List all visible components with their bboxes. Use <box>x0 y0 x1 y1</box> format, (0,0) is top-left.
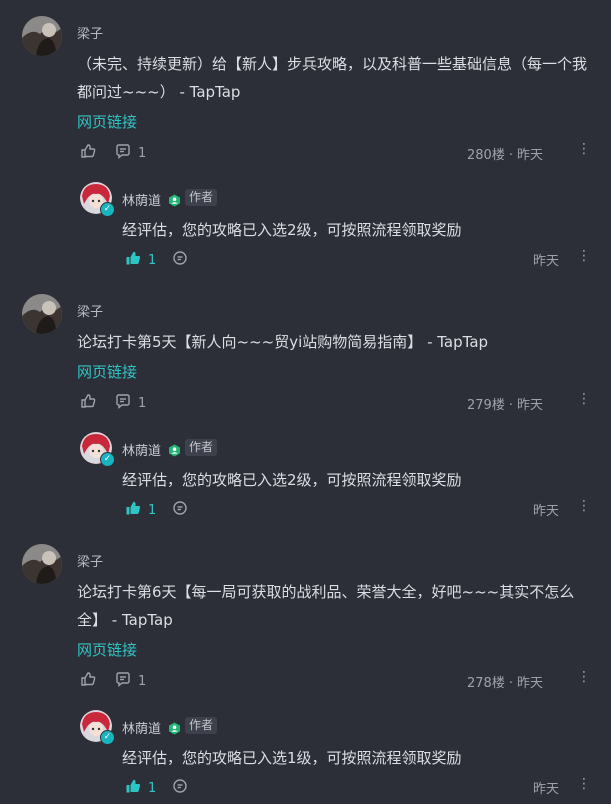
more-vertical-icon: ⋮ <box>577 391 591 407</box>
comment-button[interactable]: 1 <box>115 671 146 691</box>
reply-content: 经评估，您的攻略已入选2级，可按照流程领取奖励 <box>122 471 462 489</box>
reply-like-button[interactable]: 1 <box>125 778 156 798</box>
comment-content: （未完、持续更新）给【新人】步兵攻略，以及科普一些基础信息（每一个我都问过~~~… <box>77 55 588 101</box>
more-options-button[interactable]: ⋮ <box>577 669 591 685</box>
reply-username[interactable]: 林荫道 <box>122 190 161 209</box>
verified-check-icon: ✓ <box>100 452 115 467</box>
thumbs-up-icon <box>125 778 141 798</box>
thumbs-up-icon <box>80 393 96 413</box>
comment-bubble-icon <box>115 671 131 691</box>
verified-check-icon: ✓ <box>100 202 115 217</box>
comment-content: 论坛打卡第5天【新人向~~~贸yi站购物简易指南】 - TapTap <box>77 333 489 351</box>
web-link[interactable]: 网页链接 <box>77 111 137 132</box>
floor-number: 280楼 <box>467 148 505 163</box>
comment-bubble-icon <box>115 393 131 413</box>
reply-more-button[interactable]: ⋮ <box>577 776 591 792</box>
floor-number: 279楼 <box>467 398 505 413</box>
user-avatar[interactable] <box>22 294 62 334</box>
author-badge-icon <box>168 720 181 735</box>
author-tag: 作者 <box>185 439 218 456</box>
author-badge-icon <box>168 192 181 207</box>
post-time: 昨天 <box>516 676 543 691</box>
verified-check-icon: ✓ <box>100 730 115 745</box>
username[interactable]: 梁子 <box>77 23 103 42</box>
floor-number: 278楼 <box>467 676 505 691</box>
author-badge-icon <box>168 442 181 457</box>
thumbs-up-icon <box>80 143 96 163</box>
comment-post: 梁子 论坛打卡第5天【新人向~~~贸yi站购物简易指南】 - TapTap 网页… <box>0 250 611 519</box>
username[interactable]: 梁子 <box>77 301 103 320</box>
comment-count: 1 <box>138 145 147 161</box>
like-button[interactable] <box>80 393 96 413</box>
username[interactable]: 梁子 <box>77 551 103 570</box>
more-vertical-icon: ⋮ <box>577 669 591 685</box>
post-time: 昨天 <box>516 148 543 163</box>
reply-username[interactable]: 林荫道 <box>122 440 161 459</box>
comment-post: 梁子 （未完、持续更新）给【新人】步兵攻略，以及科普一些基础信息（每一个我都问过… <box>0 0 611 269</box>
reply-time: 昨天 <box>532 782 559 797</box>
web-link[interactable]: 网页链接 <box>77 361 137 382</box>
thumbs-up-icon <box>80 671 96 691</box>
reply-username[interactable]: 林荫道 <box>122 718 161 737</box>
more-vertical-icon: ⋮ <box>577 141 591 157</box>
more-options-button[interactable]: ⋮ <box>577 391 591 407</box>
user-avatar[interactable] <box>22 16 62 56</box>
author-tag: 作者 <box>185 189 218 206</box>
reply-like-count: 1 <box>148 780 157 796</box>
more-vertical-icon: ⋮ <box>577 776 591 792</box>
more-options-button[interactable]: ⋮ <box>577 141 591 157</box>
comment-count: 1 <box>138 395 147 411</box>
reply-content: 经评估，您的攻略已入选1级，可按照流程领取奖励 <box>122 749 462 767</box>
comment-post: 梁子 论坛打卡第6天【每一局可获取的战利品、荣誉大全，好吧~~~其实不怎么全】 … <box>0 500 611 804</box>
web-link[interactable]: 网页链接 <box>77 639 137 660</box>
comment-button[interactable]: 1 <box>115 393 146 413</box>
reply-avatar[interactable]: ✓ <box>80 432 115 467</box>
comment-content: 论坛打卡第6天【每一局可获取的战利品、荣誉大全，好吧~~~其实不怎么全】 - T… <box>77 583 575 629</box>
reply-avatar[interactable]: ✓ <box>80 710 115 745</box>
floor-and-time: 279楼 · 昨天 <box>467 398 543 413</box>
floor-and-time: 278楼 · 昨天 <box>467 676 543 691</box>
author-tag: 作者 <box>185 717 218 734</box>
comment-button[interactable]: 1 <box>115 143 146 163</box>
user-avatar[interactable] <box>22 544 62 584</box>
comment-bubble-icon[interactable] <box>172 778 188 798</box>
reply-content: 经评估，您的攻略已入选2级，可按照流程领取奖励 <box>122 221 462 239</box>
like-button[interactable] <box>80 143 96 163</box>
floor-and-time: 280楼 · 昨天 <box>467 148 543 163</box>
comment-bubble-icon <box>115 143 131 163</box>
reply-avatar[interactable]: ✓ <box>80 182 115 217</box>
post-time: 昨天 <box>516 398 543 413</box>
like-button[interactable] <box>80 671 96 691</box>
comment-count: 1 <box>138 673 147 689</box>
